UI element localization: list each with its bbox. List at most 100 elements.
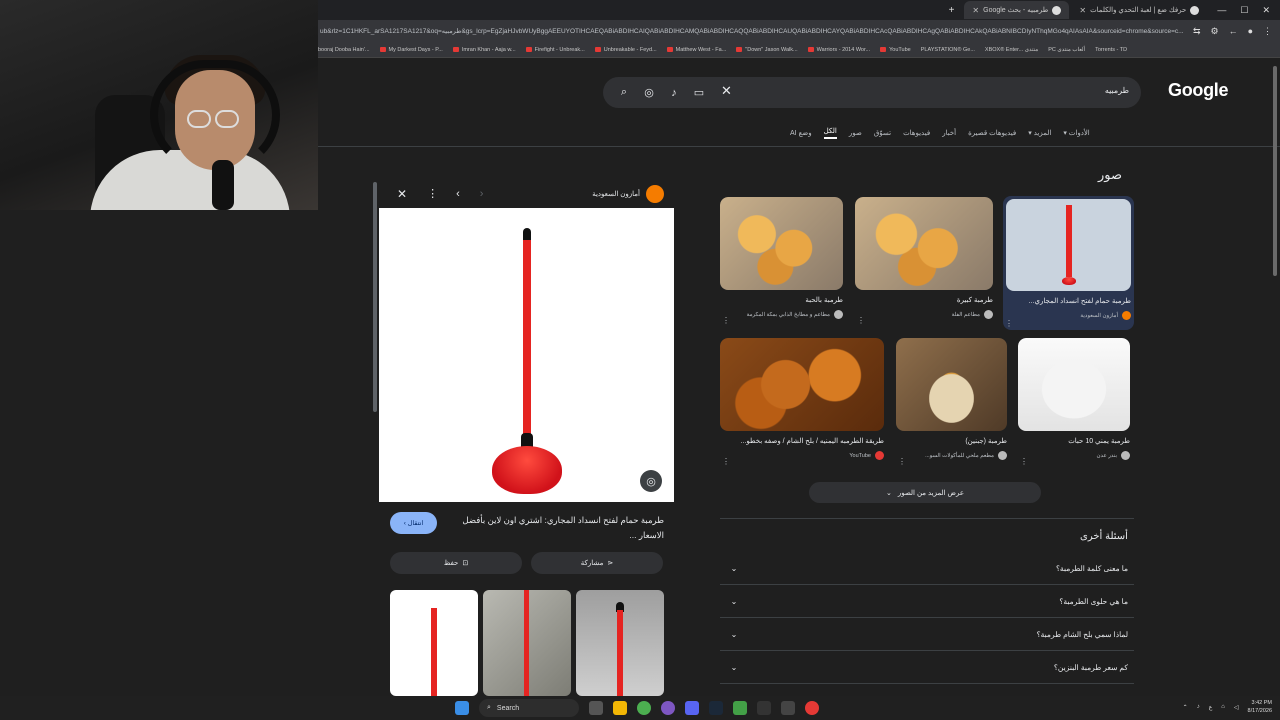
profile-icon[interactable]: ● — [1248, 26, 1253, 37]
bookmark-item[interactable]: My Darkest Days - P... — [379, 47, 443, 53]
tab-tools[interactable]: الأدوات ▾ — [1063, 129, 1089, 137]
preview-image-plunger[interactable]: ◎ — [379, 208, 674, 502]
bookmark-item[interactable]: Unbreakable - Feyd... — [594, 47, 657, 53]
play-icon[interactable] — [733, 701, 747, 715]
menu-icon[interactable]: ⋮ — [1263, 26, 1272, 37]
chevron-down-icon[interactable]: ⌄ — [726, 663, 742, 672]
tab-videos[interactable]: فيديوهات — [903, 129, 930, 137]
visit-button[interactable]: انتقال › — [390, 512, 437, 534]
close-icon[interactable]: ✕ — [972, 6, 979, 15]
clear-icon[interactable]: ✕ — [721, 83, 732, 99]
tab-news[interactable]: أخبار — [942, 129, 956, 137]
bookmark-item[interactable]: "Down" Jason Walk... — [736, 47, 798, 53]
network-icon[interactable]: ⌂ — [1221, 704, 1225, 710]
related-image[interactable] — [390, 590, 478, 696]
close-icon[interactable]: ✕ — [397, 187, 407, 201]
preview-title[interactable]: طرمبة حمام لفتح انسداد المجاري: اشتري او… — [444, 513, 664, 543]
lens-icon[interactable]: ◎ — [640, 470, 662, 492]
more-images-button[interactable]: عرض المزيد من الصور ⌄ — [809, 482, 1041, 503]
extensions-icon[interactable]: ⚙ — [1210, 26, 1218, 37]
back-icon[interactable]: ← — [1229, 26, 1238, 37]
chevron-down-icon[interactable]: ⌄ — [726, 597, 742, 606]
bookmark-item[interactable]: YouTube — [880, 47, 911, 53]
tab-shopping[interactable]: تسوّق — [874, 129, 891, 137]
image-card-plunger[interactable]: طرمبة حمام لفتح انسداد المجاري... أمازون… — [1003, 196, 1134, 330]
tab-images[interactable]: صور — [849, 129, 862, 137]
google-logo[interactable]: Google — [1168, 80, 1229, 101]
steam-icon[interactable] — [709, 701, 723, 715]
search-input[interactable]: طرمبيه — [1105, 86, 1129, 95]
paa-question[interactable]: ⌄ لماذا سمي بلح الشام طرمبة؟ — [720, 618, 1134, 651]
preview-scrollbar[interactable] — [373, 182, 377, 412]
keyboard-icon[interactable]: ▭ — [690, 84, 708, 102]
more-options-icon[interactable]: ⋮ — [722, 316, 730, 325]
chevron-up-icon[interactable]: ⌃ — [1183, 704, 1188, 711]
more-options-icon[interactable]: ⋮ — [857, 316, 865, 325]
bookmark-item[interactable]: XBOX® Enter... منتدى — [985, 47, 1038, 53]
chevron-right-icon[interactable]: › — [480, 188, 484, 200]
more-options-icon[interactable]: ⋮ — [1005, 319, 1013, 328]
microphone-icon[interactable]: ♪ — [665, 84, 683, 102]
bookmark-item[interactable]: PLAYSTATION® Ge... — [921, 47, 975, 53]
search-box[interactable]: ⌕ ◎ ♪ ▭ ✕ طرمبيه — [603, 77, 1141, 108]
paa-question[interactable]: ⌄ ما معنى كلمة الطرمبة؟ — [720, 552, 1134, 585]
app-icon[interactable] — [757, 701, 771, 715]
chevron-down-icon[interactable]: ⌄ — [726, 564, 742, 573]
image-card-yemeni[interactable]: طرمبة يمني 10 حبات بندر عدن ⋮ — [1018, 338, 1130, 468]
image-card-cheese[interactable]: طرمبة (جبنين) مطعم ملحي للمأكولات السو..… — [896, 338, 1007, 468]
tab-word-game[interactable]: حرفك ضع | لعبة التحدي والكلمات ✕ — [1071, 1, 1207, 19]
bookmark-item[interactable]: Imran Khan - Aaja w... — [452, 47, 516, 53]
related-image[interactable] — [483, 590, 571, 696]
close-icon[interactable]: ✕ — [1079, 6, 1086, 15]
related-image[interactable] — [576, 590, 664, 696]
minimize-icon[interactable]: — — [1217, 5, 1226, 16]
preview-source[interactable]: أمازون السعودية — [592, 185, 664, 203]
search-icon[interactable]: ⌕ — [615, 84, 633, 102]
bookmark-item[interactable]: Torrents - TD — [1095, 47, 1127, 53]
translate-icon[interactable]: ⇆ — [1193, 26, 1201, 37]
app-icon[interactable] — [805, 701, 819, 715]
chrome-icon[interactable] — [637, 701, 651, 715]
new-tab-button[interactable]: + — [949, 5, 955, 16]
maximize-icon[interactable]: ☐ — [1240, 5, 1248, 16]
lens-icon[interactable]: ◎ — [640, 84, 658, 102]
url-text[interactable]: ub&rlz=1C1HKFL_arSA1217SA1217&oq=طرمبيه&… — [320, 27, 1185, 35]
chevron-down-icon[interactable]: ⌄ — [726, 630, 742, 639]
bookmark-item[interactable]: booraj Dooba Hain'... — [318, 47, 370, 53]
tab-more[interactable]: المزيد ▾ — [1028, 129, 1051, 137]
taskbar-search[interactable]: ⌕ Search — [479, 699, 579, 717]
windows-start-icon[interactable] — [455, 701, 469, 715]
volume-icon[interactable]: ◁ — [1234, 704, 1239, 711]
chevron-left-icon[interactable]: ‹ — [456, 188, 460, 200]
image-card-recipe[interactable]: طريقة الطرمبه اليمنيه / بلح الشام / وصفه… — [720, 338, 884, 468]
close-window-icon[interactable]: ✕ — [1262, 5, 1270, 16]
bookmark-item[interactable]: Warriors - 2014 Wor... — [807, 47, 870, 53]
more-options-icon[interactable]: ⋮ — [722, 457, 730, 466]
clock[interactable]: 3:42 PM 8/17/2026 — [1248, 699, 1272, 715]
address-bar[interactable]: ub&rlz=1C1HKFL_arSA1217SA1217&oq=طرمبيه&… — [318, 20, 1280, 42]
image-card-large[interactable]: طرمبة كبيرة مطاعم الفلة ⋮ — [855, 197, 993, 327]
app-icon[interactable] — [661, 701, 675, 715]
bookmark-item[interactable]: Matthew West - Fa... — [666, 47, 726, 53]
more-options-icon[interactable]: ⋮ — [427, 187, 438, 200]
app-icon[interactable] — [781, 701, 795, 715]
image-card-piece[interactable]: طرمبة بالحبة مطاعم و مطابخ الذابي بمكة ا… — [720, 197, 843, 327]
discord-icon[interactable] — [685, 701, 699, 715]
bookmark-item[interactable]: PC ألعاب منتدى — [1048, 47, 1085, 53]
language-indicator[interactable]: ع — [1209, 704, 1213, 711]
more-options-icon[interactable]: ⋮ — [898, 457, 906, 466]
paa-question[interactable]: ⌄ كم سعر طرمبة البنزين؟ — [720, 651, 1134, 684]
tab-google-search[interactable]: طرمبيه - بحث Google ✕ — [964, 1, 1070, 19]
tab-short-videos[interactable]: فيديوهات قصيرة — [968, 129, 1016, 137]
paa-question[interactable]: ⌄ ما هي حلوى الطرمبة؟ — [720, 585, 1134, 618]
task-view-icon[interactable] — [589, 701, 603, 715]
page-scrollbar[interactable] — [1273, 66, 1277, 276]
tab-all[interactable]: الكل — [823, 127, 837, 139]
file-explorer-icon[interactable] — [613, 701, 627, 715]
bookmark-item[interactable]: Firefight - Unbreak... — [525, 47, 585, 53]
more-options-icon[interactable]: ⋮ — [1020, 457, 1028, 466]
tab-ai-mode[interactable]: وضع AI — [790, 129, 812, 137]
save-button[interactable]: ⊡ حفظ — [390, 552, 522, 574]
share-button[interactable]: ⋖ مشاركة — [531, 552, 663, 574]
microphone-icon[interactable]: ♪ — [1197, 704, 1200, 710]
